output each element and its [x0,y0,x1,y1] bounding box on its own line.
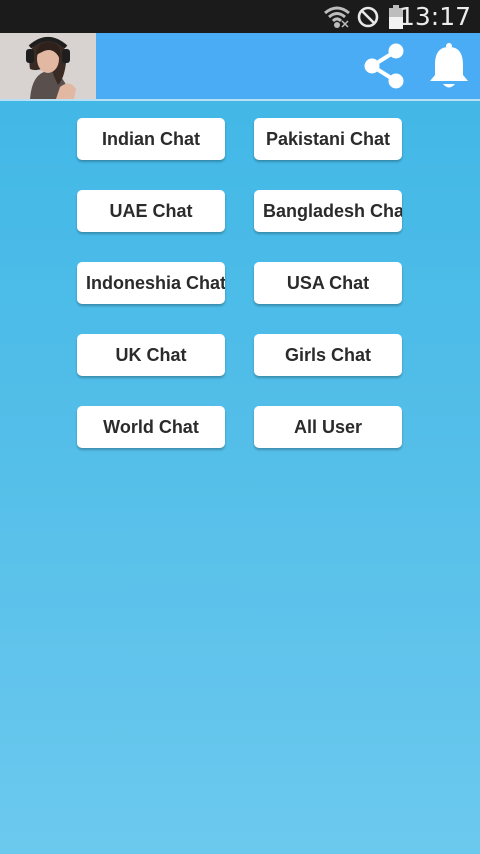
button-label: UAE Chat [109,200,193,221]
button-label: World Chat [103,416,199,437]
button-label: USA Chat [286,272,370,293]
usa-chat-button[interactable]: USA Chat [254,262,402,304]
pakistani-chat-button[interactable]: Pakistani Chat [254,118,402,160]
no-sim-icon [356,0,380,33]
wifi-icon [322,0,352,33]
button-label: Indian Chat [102,128,200,149]
status-time: 13:17 [398,2,471,31]
bangladesh-chat-button[interactable]: Bangladesh Chat [254,190,402,232]
button-label: All User [293,416,363,437]
button-label: Bangladesh Chat [263,200,402,221]
girls-chat-button[interactable]: Girls Chat [254,334,402,376]
indonesia-chat-button[interactable]: Indoneshia Chat [77,262,225,304]
uae-chat-button[interactable]: UAE Chat [77,190,225,232]
uk-chat-button[interactable]: UK Chat [77,334,225,376]
all-user-button[interactable]: All User [254,406,402,448]
button-label: Girls Chat [284,344,372,365]
share-button[interactable] [358,39,410,93]
button-label: UK Chat [115,344,187,365]
bell-icon [430,43,468,88]
indian-chat-button[interactable]: Indian Chat [77,118,225,160]
app-bar [0,33,480,101]
button-label: Indoneshia Chat [86,272,225,293]
avatar[interactable] [0,33,96,99]
status-bar: 13:17 [0,0,480,33]
share-icon [364,43,404,89]
button-label: Pakistani Chat [265,128,391,149]
world-chat-button[interactable]: World Chat [77,406,225,448]
notification-button[interactable] [426,41,472,93]
